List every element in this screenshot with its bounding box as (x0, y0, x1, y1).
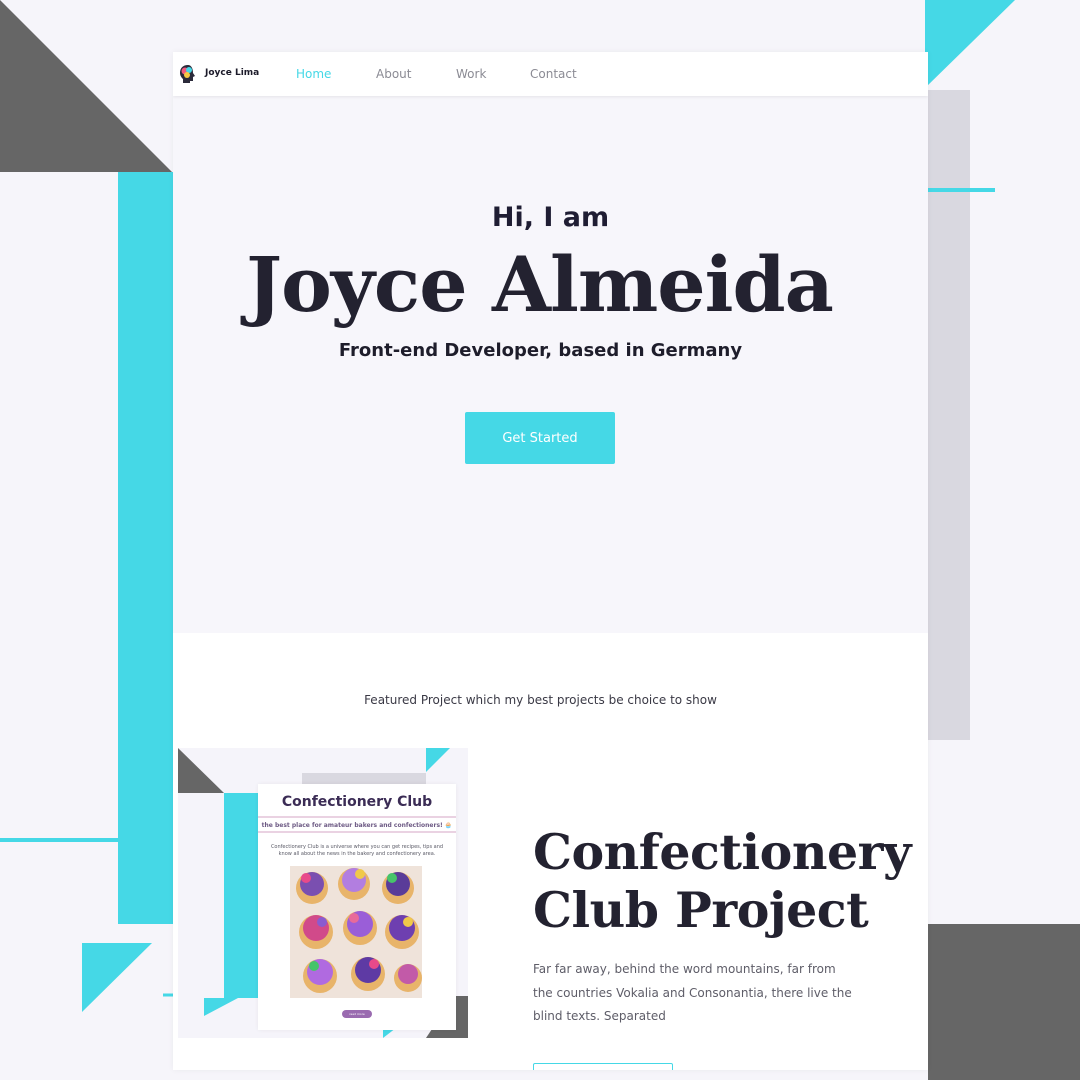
get-started-button[interactable]: Get Started (465, 412, 615, 464)
website-frame: Joyce Lima Home About Work Contact Hi, I… (173, 52, 928, 1070)
hero-role: Front-end Developer, based in Germany (338, 340, 743, 361)
dark-block-bottom-right (928, 924, 1080, 1080)
cupcake-5 (343, 911, 377, 945)
nav-link-about[interactable]: About (376, 67, 411, 81)
dark-triangle-top-left (0, 0, 172, 172)
project-title: Confectionery Club Project (533, 823, 911, 939)
head-silhouette-icon[interactable] (179, 64, 197, 84)
project-button[interactable] (533, 1063, 673, 1070)
grey-panel-right (928, 90, 970, 740)
cupcake-1 (296, 872, 328, 904)
hero-name: Joyce Almeida (246, 240, 834, 329)
project-description: Far far away, behind the word mountains,… (533, 962, 852, 1023)
thumbnail-card: Confectionery Club the best place for am… (258, 784, 456, 1030)
nav-link-work[interactable]: Work (456, 67, 486, 81)
cyan-triangle-top-right (925, 0, 1015, 88)
nav-link-contact[interactable]: Contact (530, 67, 577, 81)
projects-intro: Featured Project which my best projects … (364, 693, 717, 707)
cyan-bar-left (118, 172, 173, 924)
hero-greeting: Hi, I am (491, 202, 610, 233)
nav-link-home[interactable]: Home (296, 67, 331, 81)
brand-name[interactable]: Joyce Lima (205, 68, 259, 78)
thumbnail-tagline: the best place for amateur bakers and co… (261, 822, 453, 829)
cyan-triangle-bottom-left (82, 943, 152, 1012)
cupcakes-image (290, 866, 422, 998)
cupcake-8 (351, 957, 385, 991)
thumbnail-title: Confectionery Club (281, 794, 433, 810)
project-thumbnail[interactable]: Confectionery Club the best place for am… (178, 748, 468, 1038)
project-title-line-2: Club Project (533, 881, 869, 939)
thumbnail-copy: Confectionery Club is a universe where y… (270, 844, 444, 857)
cupcake-3 (382, 872, 414, 904)
cupcake-2 (338, 868, 370, 900)
cupcake-6 (385, 915, 419, 949)
thumbnail-read-more-button[interactable]: read more (342, 1010, 372, 1018)
navbar: Joyce Lima Home About Work Contact (173, 52, 928, 96)
cupcake-4 (299, 915, 333, 949)
cupcakes-photo (290, 866, 422, 998)
project-title-line-1: Confectionery (533, 823, 911, 881)
projects-section: Featured Project which my best projects … (173, 633, 928, 1070)
cupcake-9 (394, 964, 422, 992)
cupcake-7 (303, 959, 337, 993)
